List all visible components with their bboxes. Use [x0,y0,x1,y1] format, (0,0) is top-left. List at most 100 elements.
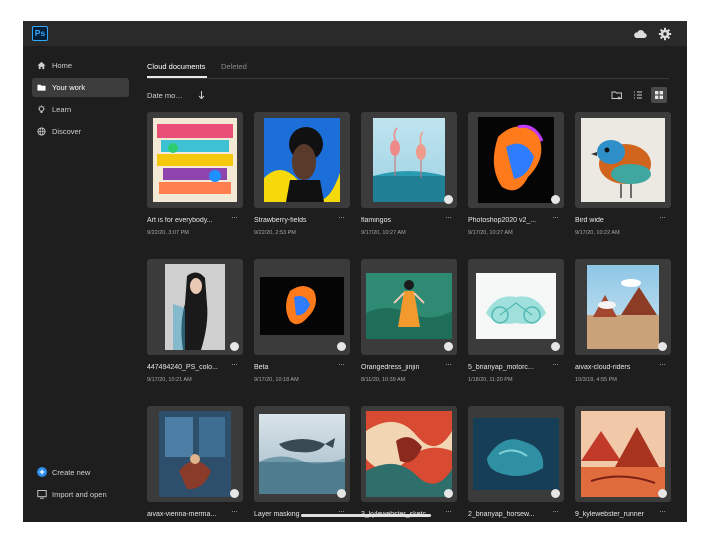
more-options-button[interactable]: ··· [659,507,666,516]
more-options-button[interactable]: ··· [552,507,559,516]
sidebar: Home Your work Learn Discover Create new… [23,46,138,522]
home-icon [37,61,46,70]
more-options-button[interactable]: ··· [231,213,238,222]
document-name: Bird wide [575,217,604,224]
document-card[interactable]: Layer masking ··· [254,406,350,522]
cloud-icon[interactable] [633,27,647,41]
thumbnail-art [581,411,665,497]
document-thumbnail[interactable] [147,112,243,208]
document-name: aivax-vienna-merma... [147,511,217,518]
document-name: Photoshop2020 v2_... [468,217,537,224]
import-and-open-label: Import and open [52,490,107,499]
sidebar-item-label: Home [52,61,73,70]
document-card[interactable]: Photoshop2020 v2_... ··· 9/17/20, 10:27 … [468,112,564,244]
document-thumbnail[interactable] [468,112,564,208]
document-thumbnail[interactable] [147,406,243,502]
document-name: 447494240_PS_colo... [147,364,218,371]
more-options-button[interactable]: ··· [659,213,666,222]
create-new-button[interactable]: Create new [32,464,129,480]
document-card[interactable]: Strawberry-fields ··· 9/22/20, 2:53 PM [254,112,350,244]
tab-deleted[interactable]: Deleted [221,62,247,71]
document-date: 1/18/20, 11:20 PM [468,377,513,383]
sort-direction-arrow-icon[interactable] [197,90,206,100]
thumbnail-art [476,273,556,339]
document-card[interactable]: 3_kylewebster_sketc... ··· [361,406,457,522]
thumbnail-art [165,264,225,350]
sidebar-item-learn[interactable]: Learn [32,100,129,119]
document-thumbnail[interactable] [361,406,457,502]
document-name: Orangedress_jinjin [361,364,420,371]
sidebar-item-label: Discover [52,127,82,136]
document-date: 9/17/20, 10:22 AM [575,230,620,236]
cloud-sync-badge [444,195,453,204]
document-card[interactable]: aivax-cloud-riders ··· 10/3/19, 4:55 PM [575,259,671,391]
document-card[interactable]: 2_brianyap_horsew... ··· [468,406,564,522]
more-options-button[interactable]: ··· [659,360,666,369]
cloud-sync-badge [230,342,239,351]
more-options-button[interactable]: ··· [445,360,452,369]
document-thumbnail[interactable] [468,406,564,502]
thumbnail-art [587,265,659,349]
document-thumbnail[interactable] [575,406,671,502]
import-icon [37,490,47,499]
thumbnail-art [478,117,554,203]
document-thumbnail[interactable] [575,112,671,208]
document-date: 9/22/20, 3:07 PM [147,230,189,236]
document-card[interactable]: 5_brianyap_motorc... ··· 1/18/20, 11:20 … [468,259,564,391]
thumbnail-art [366,273,452,339]
document-thumbnail[interactable] [361,112,457,208]
document-card[interactable]: 9_kylewebster_runner ··· [575,406,671,522]
document-thumbnail[interactable] [254,112,350,208]
list-view-button[interactable] [630,87,646,103]
more-options-button[interactable]: ··· [338,360,345,369]
document-card[interactable]: Beta ··· 9/17/20, 10:18 AM [254,259,350,391]
sort-dropdown[interactable]: Date mo… [147,91,183,100]
document-card[interactable]: Orangedress_jinjin ··· 8/11/20, 10:39 AM [361,259,457,391]
more-options-button[interactable]: ··· [231,507,238,516]
more-options-button[interactable]: ··· [231,360,238,369]
tab-cloud-documents[interactable]: Cloud documents [147,62,205,71]
cloud-sync-badge [551,195,560,204]
sidebar-item-your-work[interactable]: Your work [32,78,129,97]
grid-view-button[interactable] [651,87,667,103]
gear-icon[interactable] [658,27,672,41]
document-thumbnail[interactable] [254,406,350,502]
document-name: 5_brianyap_motorc... [468,364,534,371]
thumbnail-art [373,118,445,202]
document-card[interactable]: Art is for everybody... ··· 9/22/20, 3:0… [147,112,243,244]
sidebar-item-discover[interactable]: Discover [32,122,129,141]
document-date: 8/11/20, 10:39 AM [361,377,406,383]
more-options-button[interactable]: ··· [338,213,345,222]
document-thumbnail[interactable] [147,259,243,355]
sidebar-item-home[interactable]: Home [32,56,129,75]
document-thumbnail[interactable] [361,259,457,355]
new-folder-button[interactable] [609,87,625,103]
import-and-open-button[interactable]: Import and open [32,486,129,502]
list-view-icon [634,91,642,99]
thumbnail-art [159,411,231,497]
document-card[interactable]: flamingos ··· 9/17/20, 10:27 AM [361,112,457,244]
more-options-button[interactable]: ··· [445,507,452,516]
document-date: 9/17/20, 10:27 AM [468,230,513,236]
document-thumbnail[interactable] [468,259,564,355]
thumbnail-art [366,411,452,497]
document-card[interactable]: Bird wide ··· 9/17/20, 10:22 AM [575,112,671,244]
more-options-button[interactable]: ··· [445,213,452,222]
document-thumbnail[interactable] [575,259,671,355]
document-name: Art is for everybody... [147,217,213,224]
sort-bar: Date mo… [147,87,669,103]
create-new-label: Create new [52,468,91,477]
more-options-button[interactable]: ··· [552,360,559,369]
document-thumbnail[interactable] [254,259,350,355]
document-card[interactable]: aivax-vienna-merma... ··· [147,406,243,522]
document-card[interactable]: 447494240_PS_colo... ··· 9/17/20, 10:21 … [147,259,243,391]
top-bar: Ps [23,21,687,46]
thumbnail-art [581,118,665,202]
more-options-button[interactable]: ··· [552,213,559,222]
cloud-sync-badge [658,489,667,498]
document-date: 9/17/20, 10:21 AM [147,377,192,383]
document-tabs: Cloud documents Deleted [147,57,669,79]
cloud-sync-badge [444,342,453,351]
thumbnail-art [153,118,237,202]
cloud-sync-badge [658,342,667,351]
